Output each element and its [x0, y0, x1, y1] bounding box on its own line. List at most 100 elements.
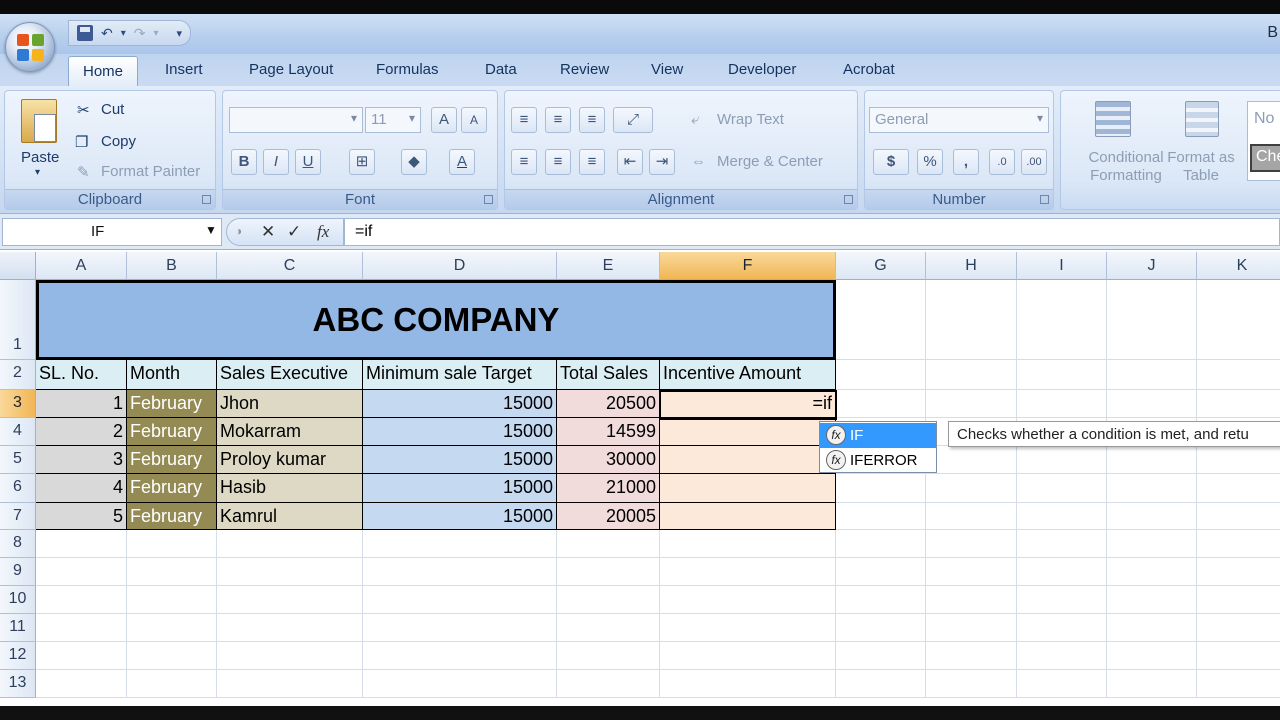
- empty-cell[interactable]: [836, 360, 926, 390]
- empty-cell[interactable]: [1197, 670, 1280, 698]
- table-cell[interactable]: 1: [36, 390, 127, 418]
- empty-cell[interactable]: [1017, 280, 1107, 360]
- empty-cell[interactable]: [836, 642, 926, 670]
- empty-cell[interactable]: [1197, 503, 1280, 530]
- row-header-12[interactable]: 12: [0, 642, 36, 670]
- empty-cell[interactable]: [1107, 280, 1197, 360]
- row-header-6[interactable]: 6: [0, 474, 36, 503]
- empty-cell[interactable]: [36, 530, 127, 558]
- empty-cell[interactable]: [1017, 503, 1107, 530]
- percent-button[interactable]: %: [917, 149, 943, 175]
- table-cell[interactable]: February: [127, 474, 217, 503]
- empty-cell[interactable]: [1107, 670, 1197, 698]
- row-header-10[interactable]: 10: [0, 586, 36, 614]
- select-all-corner[interactable]: [0, 252, 36, 280]
- table-cell[interactable]: 5: [36, 503, 127, 530]
- empty-cell[interactable]: [36, 642, 127, 670]
- format-as-table-icon[interactable]: [1185, 101, 1219, 137]
- empty-cell[interactable]: [1197, 280, 1280, 360]
- tab-home[interactable]: Home: [68, 56, 139, 86]
- table-cell[interactable]: Proloy kumar: [217, 446, 363, 474]
- empty-cell[interactable]: [127, 642, 217, 670]
- increase-indent-icon[interactable]: ⇥: [649, 149, 675, 175]
- tab-page-layout[interactable]: Page Layout: [249, 61, 333, 78]
- formula-input[interactable]: =if: [344, 218, 1280, 246]
- format-painter-button[interactable]: Format Painter: [101, 163, 200, 180]
- empty-cell[interactable]: [1197, 446, 1280, 474]
- empty-cell[interactable]: [1107, 446, 1197, 474]
- empty-cell[interactable]: [1107, 474, 1197, 503]
- copy-button[interactable]: Copy: [101, 133, 136, 150]
- empty-cell[interactable]: [557, 670, 660, 698]
- empty-cell[interactable]: [836, 558, 926, 586]
- bold-button[interactable]: B: [231, 149, 257, 175]
- table-cell[interactable]: 14599: [557, 418, 660, 446]
- font-color-icon[interactable]: A: [449, 149, 475, 175]
- font-name-combo[interactable]: [229, 107, 363, 133]
- table-cell[interactable]: [660, 503, 836, 530]
- column-header-g[interactable]: G: [836, 252, 926, 280]
- empty-cell[interactable]: [836, 614, 926, 642]
- empty-cell[interactable]: [660, 530, 836, 558]
- empty-cell[interactable]: [127, 558, 217, 586]
- table-cell[interactable]: Jhon: [217, 390, 363, 418]
- empty-cell[interactable]: [1107, 642, 1197, 670]
- table-cell[interactable]: Mokarram: [217, 418, 363, 446]
- empty-cell[interactable]: [1197, 360, 1280, 390]
- merge-center-button[interactable]: Merge & Center: [717, 153, 823, 170]
- comma-button[interactable]: ,: [953, 149, 979, 175]
- paste-dropdown-icon[interactable]: ▾: [35, 167, 40, 178]
- conditional-formatting-icon[interactable]: [1095, 101, 1131, 137]
- fill-color-icon[interactable]: ◆: [401, 149, 427, 175]
- empty-cell[interactable]: [557, 614, 660, 642]
- empty-cell[interactable]: [836, 586, 926, 614]
- tab-data[interactable]: Data: [485, 61, 517, 78]
- italic-button[interactable]: I: [263, 149, 289, 175]
- empty-cell[interactable]: [217, 670, 363, 698]
- enter-icon[interactable]: ✓: [287, 222, 301, 242]
- cell-style-check[interactable]: Che: [1250, 144, 1280, 172]
- empty-cell[interactable]: [926, 530, 1017, 558]
- empty-cell[interactable]: [1197, 642, 1280, 670]
- empty-cell[interactable]: [1197, 474, 1280, 503]
- tab-developer[interactable]: Developer: [728, 61, 796, 78]
- empty-cell[interactable]: [836, 530, 926, 558]
- empty-cell[interactable]: [926, 642, 1017, 670]
- borders-icon[interactable]: ⊞: [349, 149, 375, 175]
- column-header-e[interactable]: E: [557, 252, 660, 280]
- autocomplete-item[interactable]: fx IFERROR: [820, 448, 936, 473]
- empty-cell[interactable]: [36, 558, 127, 586]
- tab-insert[interactable]: Insert: [165, 61, 203, 78]
- paste-icon[interactable]: [21, 99, 57, 143]
- row-header-11[interactable]: 11: [0, 614, 36, 642]
- underline-button[interactable]: U: [295, 149, 321, 175]
- empty-cell[interactable]: [217, 614, 363, 642]
- empty-cell[interactable]: [363, 558, 557, 586]
- column-header-b[interactable]: B: [127, 252, 217, 280]
- table-header-cell[interactable]: SL. No.: [36, 360, 127, 390]
- office-button[interactable]: [5, 22, 55, 72]
- empty-cell[interactable]: [1197, 614, 1280, 642]
- empty-cell[interactable]: [363, 586, 557, 614]
- align-top-icon[interactable]: ≡: [511, 107, 537, 133]
- tab-acrobat[interactable]: Acrobat: [843, 61, 895, 78]
- undo-icon[interactable]: ↶: [101, 25, 113, 42]
- empty-cell[interactable]: [836, 670, 926, 698]
- table-cell[interactable]: Kamrul: [217, 503, 363, 530]
- table-cell[interactable]: 20005: [557, 503, 660, 530]
- table-cell[interactable]: February: [127, 446, 217, 474]
- format-as-table-button[interactable]: Format as Table: [1165, 149, 1237, 185]
- empty-cell[interactable]: [363, 670, 557, 698]
- empty-cell[interactable]: [1017, 670, 1107, 698]
- table-cell[interactable]: 15000: [363, 446, 557, 474]
- title-cell[interactable]: ABC COMPANY: [36, 280, 836, 360]
- format-painter-icon[interactable]: ✎: [77, 163, 90, 181]
- cut-button[interactable]: Cut: [101, 101, 124, 118]
- cancel-icon[interactable]: ✕: [261, 222, 275, 242]
- undo-dropdown-icon[interactable]: ▾: [121, 28, 126, 39]
- row-header-3[interactable]: 3: [0, 390, 36, 418]
- table-cell[interactable]: 30000: [557, 446, 660, 474]
- empty-cell[interactable]: [217, 586, 363, 614]
- clipboard-launcher-icon[interactable]: [202, 195, 211, 204]
- table-cell[interactable]: 15000: [363, 418, 557, 446]
